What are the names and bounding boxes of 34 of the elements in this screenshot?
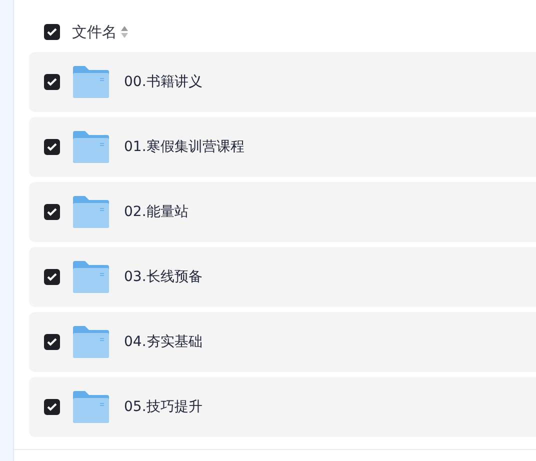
folder-name: 03.长线预备 [124, 268, 202, 286]
check-icon [47, 403, 57, 411]
check-icon [47, 208, 57, 216]
folder-name: 02.能量站 [124, 203, 188, 221]
row-checkbox[interactable] [44, 204, 60, 220]
row-checkbox[interactable] [44, 74, 60, 90]
folder-icon [73, 261, 109, 293]
folder-name: 00.书籍讲义 [124, 73, 202, 91]
folder-icon [73, 326, 109, 358]
check-icon [47, 78, 57, 86]
file-row[interactable]: 02.能量站 [29, 182, 536, 242]
sort-icon[interactable] [121, 26, 128, 38]
folder-icon [73, 196, 109, 228]
check-icon [47, 273, 57, 281]
file-row[interactable]: 05.技巧提升 [29, 377, 536, 437]
folder-icon [73, 391, 109, 423]
check-icon [47, 143, 57, 151]
folder-name: 04.夯实基础 [124, 333, 202, 351]
row-checkbox[interactable] [44, 399, 60, 415]
file-row[interactable]: 03.长线预备 [29, 247, 536, 307]
column-header[interactable]: 文件名 [72, 22, 117, 42]
check-icon [47, 28, 57, 36]
row-checkbox[interactable] [44, 334, 60, 350]
folder-icon [73, 131, 109, 163]
file-row[interactable]: 00.书籍讲义 [29, 52, 536, 112]
row-checkbox[interactable] [44, 139, 60, 155]
folder-name: 05.技巧提升 [124, 398, 202, 416]
row-checkbox[interactable] [44, 269, 60, 285]
select-all-checkbox[interactable] [44, 24, 60, 40]
file-row[interactable]: 01.寒假集训营课程 [29, 117, 536, 177]
folder-name: 01.寒假集训营课程 [124, 138, 244, 156]
file-row[interactable]: 04.夯实基础 [29, 312, 536, 372]
folder-icon [73, 66, 109, 98]
check-icon [47, 338, 57, 346]
